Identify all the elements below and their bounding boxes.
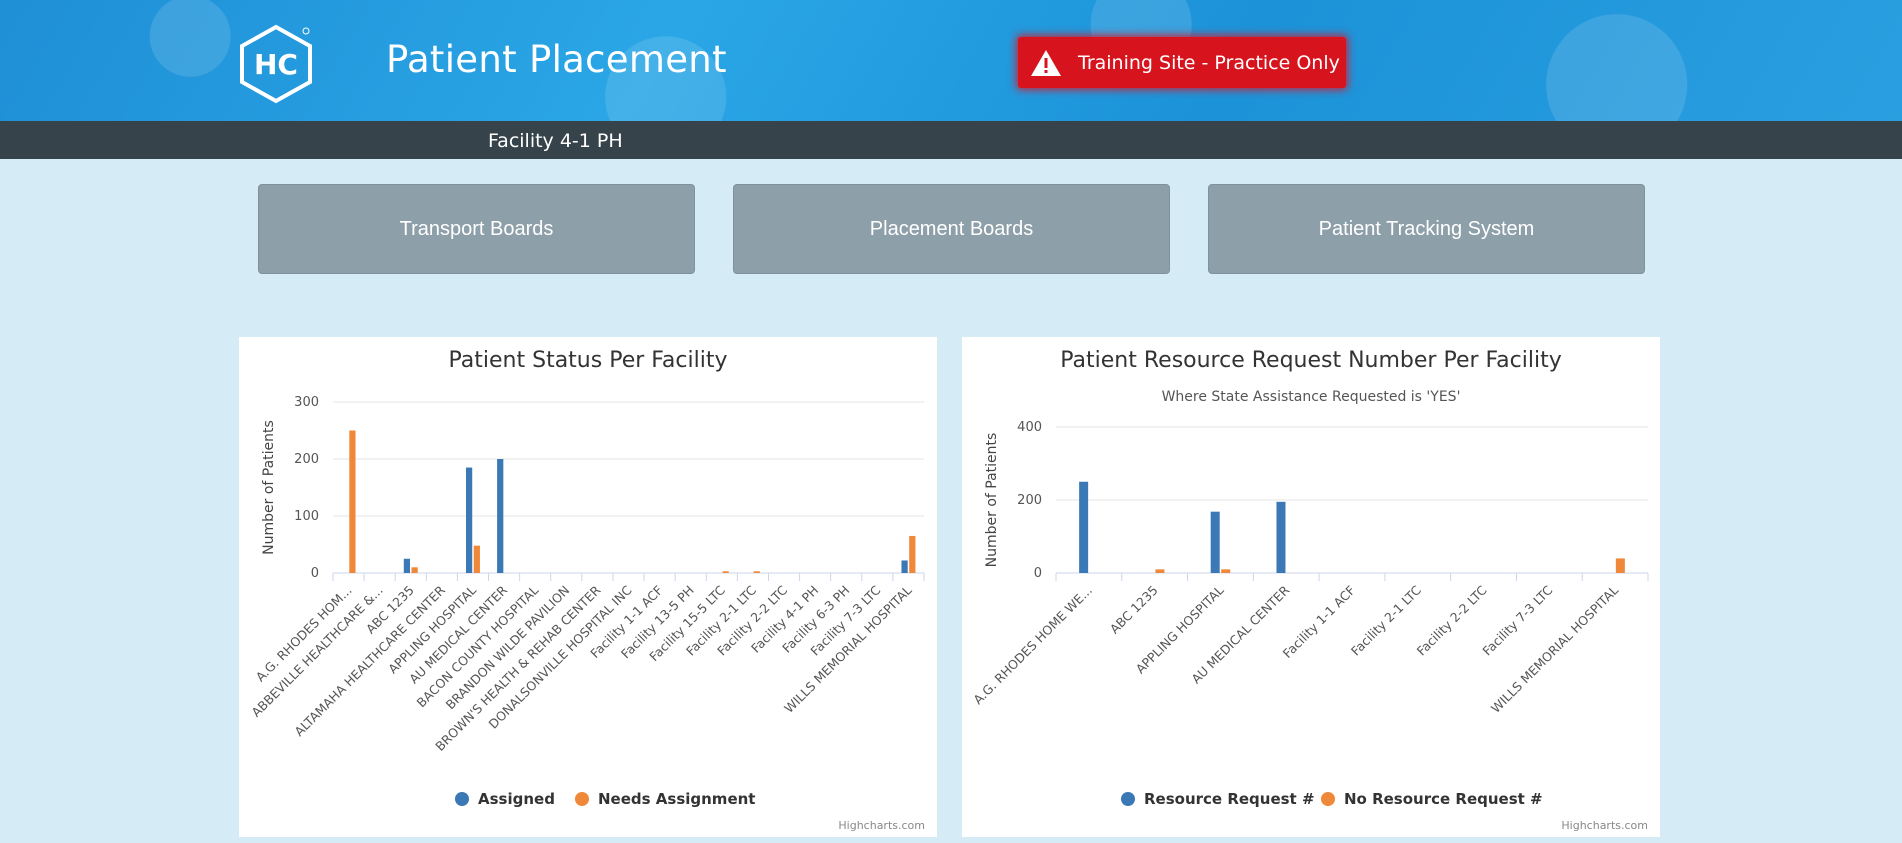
highcharts-credits-link[interactable]: Highcharts.com <box>1561 819 1648 832</box>
patient-status-chart: Patient Status Per Facility 0 100 200 300 Num… <box>248 348 925 832</box>
legend-symbol <box>455 792 469 806</box>
y-tick-label: 200 <box>294 452 319 467</box>
legend-item[interactable]: Assigned <box>455 790 555 808</box>
legend-symbol <box>575 792 589 806</box>
transport-boards-button[interactable]: Transport Boards <box>258 184 695 274</box>
resource-request-chart-panel: Patient Resource Request Number Per Faci… <box>962 337 1660 837</box>
bar-assigned[interactable] <box>403 558 411 573</box>
y-tick-label: 400 <box>1017 420 1042 435</box>
patient-tracking-system-button[interactable]: Patient Tracking System <box>1208 184 1645 274</box>
facility-bar: Facility 4-1 PH <box>0 121 1902 159</box>
x-category-label: Facility 7-3 LTC <box>1479 582 1555 658</box>
y-tick-label: 100 <box>294 509 319 524</box>
x-category-label: ABBEVILLE HEALTHCARE &... <box>248 583 385 720</box>
bar-assigned[interactable] <box>497 459 504 573</box>
legend-item[interactable]: Needs Assignment <box>575 790 755 808</box>
patient-status-chart-panel: Patient Status Per Facility 0 100 200 300 Num… <box>239 337 937 837</box>
y-tick-label: 300 <box>294 395 319 410</box>
y-tick-label: 200 <box>1017 493 1042 508</box>
x-category-label: Facility 1-1 ACF <box>1280 583 1358 661</box>
training-badge-label: Training Site - Practice Only <box>1078 51 1340 74</box>
bar-needs-assignment[interactable] <box>753 571 760 573</box>
x-category-label: Facility 2-2 LTC <box>1414 582 1490 658</box>
chart-subtitle: Where State Assistance Requested is 'YES… <box>1162 389 1461 405</box>
legend-label: Needs Assignment <box>598 790 755 808</box>
bar-no-resource-request-[interactable] <box>1221 569 1231 573</box>
resource-request-chart: Patient Resource Request Number Per Faci… <box>970 348 1649 832</box>
legend-symbol <box>1121 792 1135 806</box>
bar-needs-assignment[interactable] <box>722 571 729 573</box>
chart-title: Patient Status Per Facility <box>449 348 728 373</box>
legend-label: Resource Request # <box>1144 790 1315 808</box>
placement-boards-button[interactable]: Placement Boards <box>733 184 1170 274</box>
legend-label: Assigned <box>478 790 555 808</box>
x-category-label: Facility 2-1 LTC <box>1348 582 1424 658</box>
legend-item[interactable]: Resource Request # <box>1121 790 1315 808</box>
chart-title: Patient Resource Request Number Per Faci… <box>1060 348 1561 373</box>
legend-symbol <box>1321 792 1335 806</box>
y-axis-title: Number of Patients <box>984 433 1000 568</box>
bar-needs-assignment[interactable] <box>349 430 356 574</box>
app-header: HC Patient Placement Training Site - Pra… <box>0 0 1902 121</box>
bar-assigned[interactable] <box>466 467 473 573</box>
bar-resource-request-[interactable] <box>1079 481 1089 573</box>
warning-icon <box>1031 49 1061 76</box>
bar-no-resource-request-[interactable] <box>1615 558 1625 573</box>
current-facility: Facility 4-1 PH <box>488 130 623 152</box>
training-site-badge: Training Site - Practice Only <box>1018 37 1346 88</box>
y-tick-label: 0 <box>311 566 319 581</box>
bar-resource-request-[interactable] <box>1210 511 1220 573</box>
x-category-label: ABC 1235 <box>1107 583 1161 637</box>
bar-needs-assignment[interactable] <box>909 535 916 573</box>
bar-needs-assignment[interactable] <box>473 545 480 573</box>
legend-label: No Resource Request # <box>1344 790 1543 808</box>
x-category-label: WILLS MEMORIAL HOSPITAL <box>1488 582 1621 715</box>
bar-resource-request-[interactable] <box>1276 501 1286 573</box>
app-title: Patient Placement <box>386 38 727 81</box>
logo-text: HC <box>254 48 298 81</box>
hc-logo-icon[interactable]: HC <box>238 24 314 104</box>
bar-assigned[interactable] <box>901 560 908 573</box>
y-axis-title: Number of Patients <box>261 420 277 555</box>
bar-no-resource-request-[interactable] <box>1155 569 1165 573</box>
x-category-label: A.G. RHODES HOME WE... <box>970 583 1095 708</box>
highcharts-credits-link[interactable]: Highcharts.com <box>838 819 925 832</box>
bar-needs-assignment[interactable] <box>411 567 418 573</box>
legend-item[interactable]: No Resource Request # <box>1321 790 1543 808</box>
y-tick-label: 0 <box>1034 566 1042 581</box>
